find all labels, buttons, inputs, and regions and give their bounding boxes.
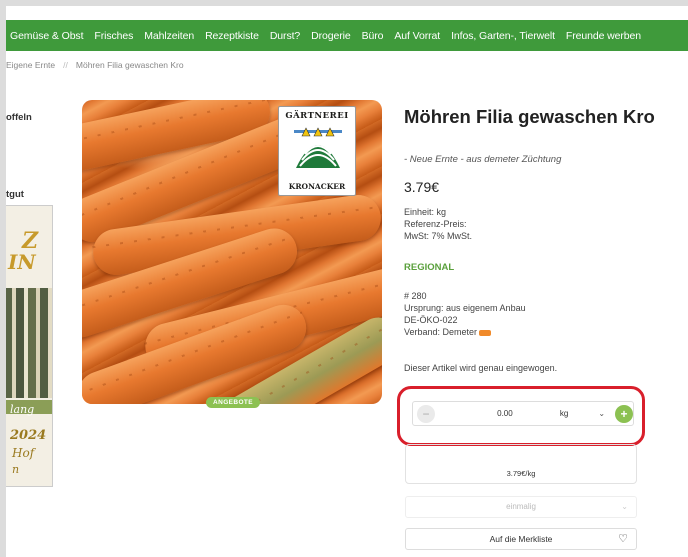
gaertnerei-kronacker-logo: GÄRTNEREI KRONACKER [278, 106, 356, 196]
nav-item-rezeptkiste[interactable]: Rezeptkiste [205, 30, 259, 42]
nav-item-freunde-werben[interactable]: Freunde werben [566, 30, 641, 42]
page: Gemüse & Obst Frisches Mahlzeiten Rezept… [6, 6, 688, 557]
nav-item-durst[interactable]: Durst? [270, 30, 300, 42]
breadcrumb-item-eigene-ernte[interactable]: Eigene Ernte [6, 60, 55, 70]
sidebar-category-fragment[interactable]: tgut [6, 189, 24, 200]
product-origin: Ursprung: aus eigenem Anbau [404, 303, 526, 313]
offer-badge: ANGEBOTE [206, 397, 261, 408]
top-navigation: Gemüse & Obst Frisches Mahlzeiten Rezept… [6, 20, 688, 51]
product-association: Verband: Demeter [404, 326, 492, 338]
wishlist-label: Auf die Merkliste [489, 534, 553, 544]
price-summary-box: 3.79€/kg [405, 444, 637, 484]
frequency-select[interactable]: einmalig ⌄ [405, 496, 637, 518]
wishlist-button[interactable]: Auf die Merkliste ♡ [405, 528, 637, 550]
heart-icon: ♡ [618, 533, 628, 545]
product-unit: Einheit: kg [404, 207, 447, 217]
nav-item-infos[interactable]: Infos, Garten-, Tierwelt [451, 30, 555, 42]
product-subtitle: - Neue Ernte - aus demeter Züchtung [404, 154, 562, 165]
banner-text: n [12, 463, 20, 476]
unit-price: 3.79€/kg [506, 469, 536, 478]
breadcrumb-separator: // [63, 60, 68, 70]
banner-text: IN [8, 250, 36, 274]
breadcrumb: Eigene Ernte // Möhren Filia gewaschen K… [6, 60, 184, 70]
breadcrumb-item-current: Möhren Filia gewaschen Kro [75, 60, 184, 70]
demeter-badge-icon [479, 329, 492, 336]
banner-bottles-image [6, 288, 52, 398]
product-title: Möhren Filia gewaschen Kro [404, 106, 655, 127]
logo-emblem-icon [294, 127, 342, 168]
product-price: 3.79€ [404, 179, 440, 195]
product-number: # 280 [404, 291, 427, 301]
sidebar-ad-banner[interactable]: Z IN lang 2024 Hof n [6, 205, 53, 487]
nav-item-auf-vorrat[interactable]: Auf Vorrat [394, 30, 440, 42]
banner-year: 2024 [10, 428, 47, 443]
product-vat: MwSt: 7% MwSt. [404, 231, 473, 241]
nav-item-buero[interactable]: Büro [362, 30, 384, 42]
banner-strip: lang [6, 400, 52, 416]
product-image[interactable]: GÄRTNEREI KRONACKER [82, 100, 382, 404]
weigh-note: Dieser Artikel wird genau eingewogen. [404, 363, 558, 373]
chevron-down-icon: ⌄ [621, 502, 628, 511]
product-eco-code: DE-ÖKO-022 [404, 315, 458, 325]
regional-label: REGIONAL [404, 262, 455, 273]
banner-text: Hof [12, 446, 35, 460]
sidebar-category-fragment[interactable]: offeln [6, 112, 32, 123]
product-reference-price: Referenz-Preis: [404, 219, 467, 229]
nav-item-drogerie[interactable]: Drogerie [311, 30, 351, 42]
frequency-selected: einmalig [506, 502, 536, 511]
nav-item-frisches[interactable]: Frisches [94, 30, 133, 42]
highlight-annotation [397, 386, 645, 446]
nav-item-mahlzeiten[interactable]: Mahlzeiten [144, 30, 194, 42]
nav-item-gemuese-obst[interactable]: Gemüse & Obst [10, 30, 84, 42]
